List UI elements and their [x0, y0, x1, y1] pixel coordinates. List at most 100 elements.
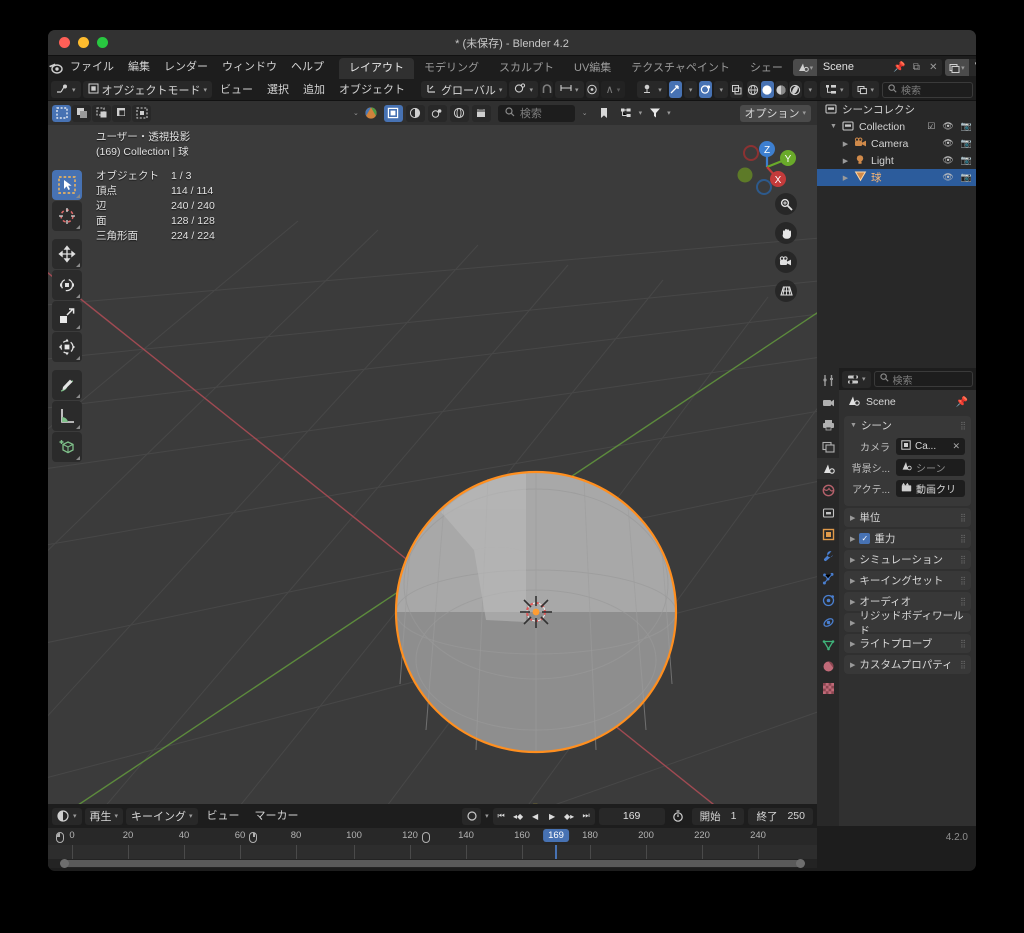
prev-keyframe-icon[interactable]: ◂◆: [510, 808, 527, 825]
viewlayer-id-block[interactable]: ▾ ViewLayer ⧉ ✕: [944, 59, 976, 76]
close-icon[interactable]: ✕: [924, 59, 942, 76]
properties-tab-material[interactable]: [817, 656, 839, 677]
play-reverse-icon[interactable]: ◀: [527, 808, 544, 825]
frame-start-field[interactable]: 開始 1: [691, 807, 745, 825]
menu-window[interactable]: ウィンドウ: [215, 56, 284, 79]
viewport-shading-icon[interactable]: [449, 104, 469, 122]
outliner-display-mode-icon[interactable]: ▾: [820, 81, 849, 98]
snap-to-dropdown[interactable]: ▾: [555, 81, 584, 98]
next-keyframe-icon[interactable]: ◆▸: [561, 808, 578, 825]
close-window-button[interactable]: [59, 37, 70, 48]
keying-menu[interactable]: キーイング ▾: [126, 807, 198, 825]
properties-tab-world[interactable]: [817, 480, 839, 501]
panel-rigid-body-world[interactable]: ▶ リジッドボディワールド: [844, 610, 971, 637]
measure-tool[interactable]: [52, 401, 82, 431]
properties-tab-particles[interactable]: [817, 568, 839, 589]
tab-texture-paint[interactable]: テクスチャペイント: [621, 58, 740, 79]
transform-orientation-dropdown[interactable]: グローバル ▾: [421, 81, 508, 98]
chevron-right-icon[interactable]: ▶: [850, 598, 855, 606]
render-icon[interactable]: [471, 104, 491, 122]
pin-icon[interactable]: 📌: [890, 59, 908, 76]
collapse-tool-settings-icon[interactable]: ⌄: [353, 109, 359, 117]
chevron-right-icon[interactable]: ▶: [850, 535, 855, 543]
timeline-view-menu[interactable]: ビュー: [201, 805, 246, 827]
select-invert-icon[interactable]: [112, 104, 131, 122]
proportional-falloff-dropdown[interactable]: ∧ ▾: [600, 81, 626, 98]
add-cube-tool[interactable]: [52, 432, 82, 462]
object-mode-icon[interactable]: [362, 105, 381, 122]
options-dropdown[interactable]: オプション ▾: [739, 104, 812, 122]
panel-units[interactable]: ▶ 単位 ⣿: [844, 508, 971, 527]
timeline-track[interactable]: [48, 845, 817, 859]
camera-render-icon[interactable]: 📷: [961, 138, 972, 149]
outliner-row-scene-collection[interactable]: シーンコレクシ: [817, 101, 976, 118]
new-copy-icon[interactable]: ⧉: [907, 59, 925, 76]
menu-add[interactable]: 追加: [297, 79, 331, 101]
properties-tab-tool[interactable]: [817, 370, 839, 391]
chevron-right-icon[interactable]: ▶: [850, 514, 855, 522]
rotate-tool[interactable]: [52, 270, 82, 300]
jump-start-icon[interactable]: ⏮: [493, 808, 510, 825]
filter-icon[interactable]: [645, 105, 664, 122]
timeline-editor-type-icon[interactable]: ▾: [52, 807, 82, 825]
camera-view-icon[interactable]: [775, 251, 797, 273]
cursor-tool[interactable]: [52, 201, 82, 231]
timeline-marker-menu[interactable]: マーカー: [249, 805, 305, 827]
chevron-right-icon[interactable]: ▶: [850, 577, 855, 585]
search-input[interactable]: 検索: [497, 104, 575, 122]
bookmark-icon[interactable]: [595, 105, 614, 122]
panel-custom-properties[interactable]: ▶ カスタムプロパティ ⣿: [844, 655, 971, 674]
chevron-right-icon[interactable]: ▶: [850, 661, 855, 669]
menu-render[interactable]: レンダー: [157, 56, 215, 79]
jump-end-icon[interactable]: ⏭: [578, 808, 595, 825]
move-tool[interactable]: [52, 239, 82, 269]
outliner-row-sphere[interactable]: ▶ 球 👁 📷: [817, 169, 976, 186]
annotate-tool[interactable]: [52, 370, 82, 400]
tweak-select-box-tool[interactable]: [52, 170, 82, 200]
properties-tab-modifiers[interactable]: [817, 546, 839, 567]
chevron-right-icon[interactable]: ▶: [839, 174, 852, 182]
gizmo-dropdown[interactable]: ▾: [683, 81, 698, 98]
menu-object[interactable]: オブジェクト: [333, 79, 411, 101]
chevron-right-icon[interactable]: ▶: [839, 157, 852, 165]
transform-tool[interactable]: [52, 332, 82, 362]
outliner-row-light[interactable]: ▶ Light 👁 📷: [817, 152, 976, 169]
eye-icon[interactable]: 👁: [942, 121, 953, 132]
outliner-search-input[interactable]: 検索: [882, 81, 973, 98]
properties-tab-physics[interactable]: [817, 590, 839, 611]
properties-tab-render[interactable]: [817, 392, 839, 413]
rendered-icon[interactable]: [788, 81, 802, 98]
timeline-scrollbar[interactable]: [48, 859, 817, 868]
menu-file[interactable]: ファイル: [63, 56, 121, 79]
select-box-icon[interactable]: [52, 104, 71, 122]
hierarchy-dropdown-icon[interactable]: ▾: [639, 109, 643, 117]
eye-icon[interactable]: 👁: [942, 155, 953, 166]
clear-camera-icon[interactable]: ✕: [952, 441, 960, 452]
properties-tab-data[interactable]: [817, 634, 839, 655]
chevron-down-icon[interactable]: ▼: [827, 123, 840, 130]
zoom-icon[interactable]: [775, 193, 797, 215]
xray-toggle-icon[interactable]: [729, 81, 744, 98]
solid-icon[interactable]: [760, 81, 774, 98]
properties-tab-texture[interactable]: [817, 678, 839, 699]
outliner-filter-icon[interactable]: ▾: [851, 81, 880, 98]
chevron-right-icon[interactable]: ▶: [850, 619, 855, 627]
wireframe-icon[interactable]: [747, 81, 760, 98]
material-preview-icon[interactable]: [774, 81, 788, 98]
panel-gravity[interactable]: ▶ ✓ 重力 ⣿: [844, 529, 971, 548]
properties-tab-scene[interactable]: [817, 458, 839, 479]
camera-render-icon[interactable]: 📷: [961, 155, 972, 166]
gizmo-toggle-icon[interactable]: [668, 81, 682, 98]
properties-tab-view-layer[interactable]: [817, 436, 839, 457]
camera-field[interactable]: Ca... ✕: [896, 437, 965, 455]
zoom-window-button[interactable]: [97, 37, 108, 48]
outliner-row-camera[interactable]: ▶ Camera 👁 📷: [817, 135, 976, 152]
pan-hand-icon[interactable]: [775, 222, 797, 244]
blender-logo-icon[interactable]: [48, 56, 63, 79]
properties-tab-collection[interactable]: [817, 502, 839, 523]
tab-layout[interactable]: レイアウト: [339, 58, 414, 79]
tab-uv-editing[interactable]: UV編集: [564, 58, 621, 79]
playback-menu[interactable]: 再生 ▾: [84, 807, 124, 825]
snap-dropdown-icon[interactable]: ▾: [485, 812, 489, 820]
pin-icon[interactable]: 📌: [956, 397, 968, 408]
